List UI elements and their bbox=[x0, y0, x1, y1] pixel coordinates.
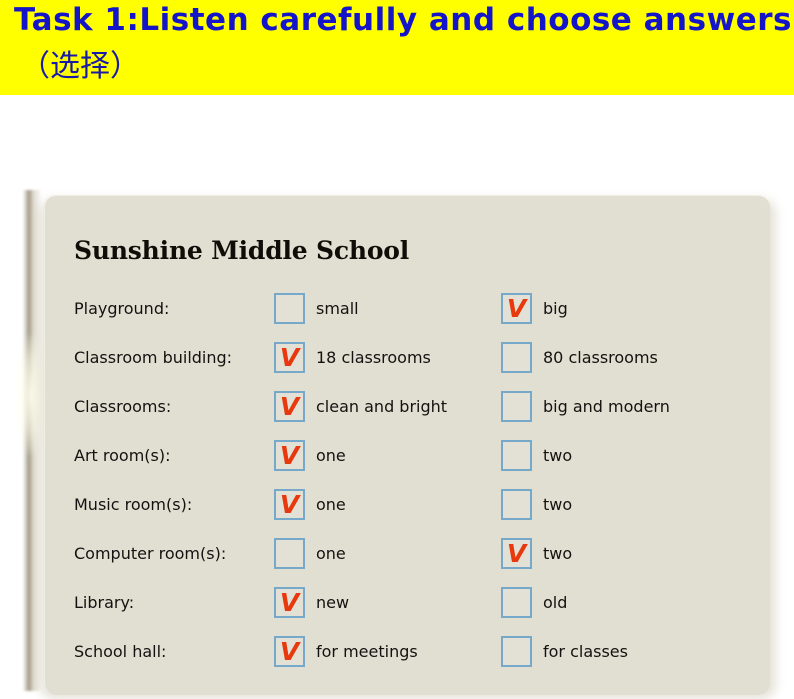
option-a[interactable]: Vclean and bright bbox=[274, 391, 447, 422]
school-info-card: Sunshine Middle School Playground: Vsmall… bbox=[44, 195, 770, 695]
option-a[interactable]: Vfor meetings bbox=[274, 636, 418, 667]
option-a[interactable]: Vone bbox=[274, 538, 346, 569]
row-label: Computer room(s): bbox=[74, 544, 227, 563]
checkbox-unchecked[interactable]: V bbox=[501, 636, 532, 667]
option-label: two bbox=[543, 544, 573, 563]
row-label: Classroom building: bbox=[74, 348, 233, 367]
checklist-row: School hall:Vfor meetingsVfor classes bbox=[45, 632, 770, 681]
checkbox-checked[interactable]: V bbox=[274, 489, 305, 520]
checklist-row: Art room(s):VoneVtwo bbox=[45, 436, 770, 485]
checkbox-checked[interactable]: V bbox=[274, 440, 305, 471]
check-mark-icon: V bbox=[279, 587, 300, 617]
checklist-row: Computer room(s):VoneVtwo bbox=[45, 534, 770, 583]
page-body: Sunshine Middle School Playground: Vsmall… bbox=[0, 95, 794, 699]
checkbox-checked[interactable]: V bbox=[274, 587, 305, 618]
task-title: Task 1:Listen carefully and choose answe… bbox=[14, 2, 794, 38]
checkbox-unchecked[interactable]: V bbox=[501, 391, 532, 422]
row-label: Classrooms: bbox=[74, 397, 172, 416]
checklist-row: Classroom building: V 18 classrooms V 80 cla… bbox=[45, 338, 770, 387]
checklist-row: Classrooms:Vclean and brightVbig and mod… bbox=[45, 387, 770, 436]
checkbox-unchecked[interactable]: V bbox=[501, 440, 532, 471]
checkbox-checked[interactable]: V bbox=[274, 636, 305, 667]
option-a[interactable]: Vone bbox=[274, 489, 346, 520]
checkbox-unchecked[interactable]: V bbox=[274, 293, 305, 324]
checkbox-unchecked[interactable]: V bbox=[274, 538, 305, 569]
option-label: small bbox=[316, 299, 359, 318]
option-label: 80 classrooms bbox=[543, 348, 658, 367]
card-title: Sunshine Middle School bbox=[74, 236, 410, 265]
checkbox-unchecked[interactable]: V bbox=[501, 342, 532, 373]
check-mark-icon: V bbox=[506, 293, 527, 323]
option-label: one bbox=[316, 495, 346, 514]
option-b[interactable]: Vtwo bbox=[501, 489, 572, 520]
checkbox-checked[interactable]: V bbox=[274, 342, 305, 373]
option-b[interactable]: Vtwo bbox=[501, 538, 572, 569]
option-label: clean and bright bbox=[316, 397, 448, 416]
option-a[interactable]: Vsmall bbox=[274, 293, 359, 324]
option-label: big and modern bbox=[543, 397, 670, 416]
checkbox-checked[interactable]: V bbox=[274, 391, 305, 422]
option-b[interactable]: Vold bbox=[501, 587, 567, 618]
checklist-row: Library:VnewVold bbox=[45, 583, 770, 632]
option-label: one bbox=[316, 446, 346, 465]
option-b[interactable]: V 80 classrooms bbox=[501, 342, 658, 373]
row-label: Art room(s): bbox=[74, 446, 171, 465]
checklist-row: Playground:VsmallVbig bbox=[45, 289, 770, 338]
row-label: Playground: bbox=[74, 299, 170, 318]
option-b[interactable]: Vfor classes bbox=[501, 636, 628, 667]
option-b[interactable]: Vbig and modern bbox=[501, 391, 670, 422]
option-label: 18 classrooms bbox=[316, 348, 431, 367]
check-mark-icon: V bbox=[279, 489, 300, 519]
row-label: Music room(s): bbox=[74, 495, 193, 514]
checklist-row: Music room(s):VoneVtwo bbox=[45, 485, 770, 534]
option-label: for classes bbox=[543, 642, 628, 661]
option-label: big bbox=[543, 299, 568, 318]
option-a[interactable]: Vone bbox=[274, 440, 346, 471]
option-label: two bbox=[543, 446, 573, 465]
option-a[interactable]: V 18 classrooms bbox=[274, 342, 431, 373]
option-label: two bbox=[543, 495, 573, 514]
checklist-rows: Playground:VsmallVbigClassroom building:… bbox=[45, 289, 770, 681]
option-b[interactable]: Vbig bbox=[501, 293, 568, 324]
checkbox-unchecked[interactable]: V bbox=[501, 489, 532, 520]
checkbox-unchecked[interactable]: V bbox=[501, 587, 532, 618]
option-label: for meetings bbox=[316, 642, 418, 661]
check-mark-icon: V bbox=[506, 538, 527, 568]
checkbox-checked[interactable]: V bbox=[501, 538, 532, 569]
check-mark-icon: V bbox=[279, 391, 300, 421]
check-mark-icon: V bbox=[279, 440, 300, 470]
row-label: School hall: bbox=[74, 642, 167, 661]
check-mark-icon: V bbox=[279, 636, 300, 666]
task-subtitle-chinese: （选择） bbox=[20, 49, 140, 84]
checkbox-checked[interactable]: V bbox=[501, 293, 532, 324]
task-header-banner: Task 1:Listen carefully and choose answe… bbox=[0, 0, 794, 95]
option-b[interactable]: Vtwo bbox=[501, 440, 572, 471]
check-mark-icon: V bbox=[279, 342, 300, 372]
option-label: one bbox=[316, 544, 346, 563]
option-a[interactable]: Vnew bbox=[274, 587, 349, 618]
